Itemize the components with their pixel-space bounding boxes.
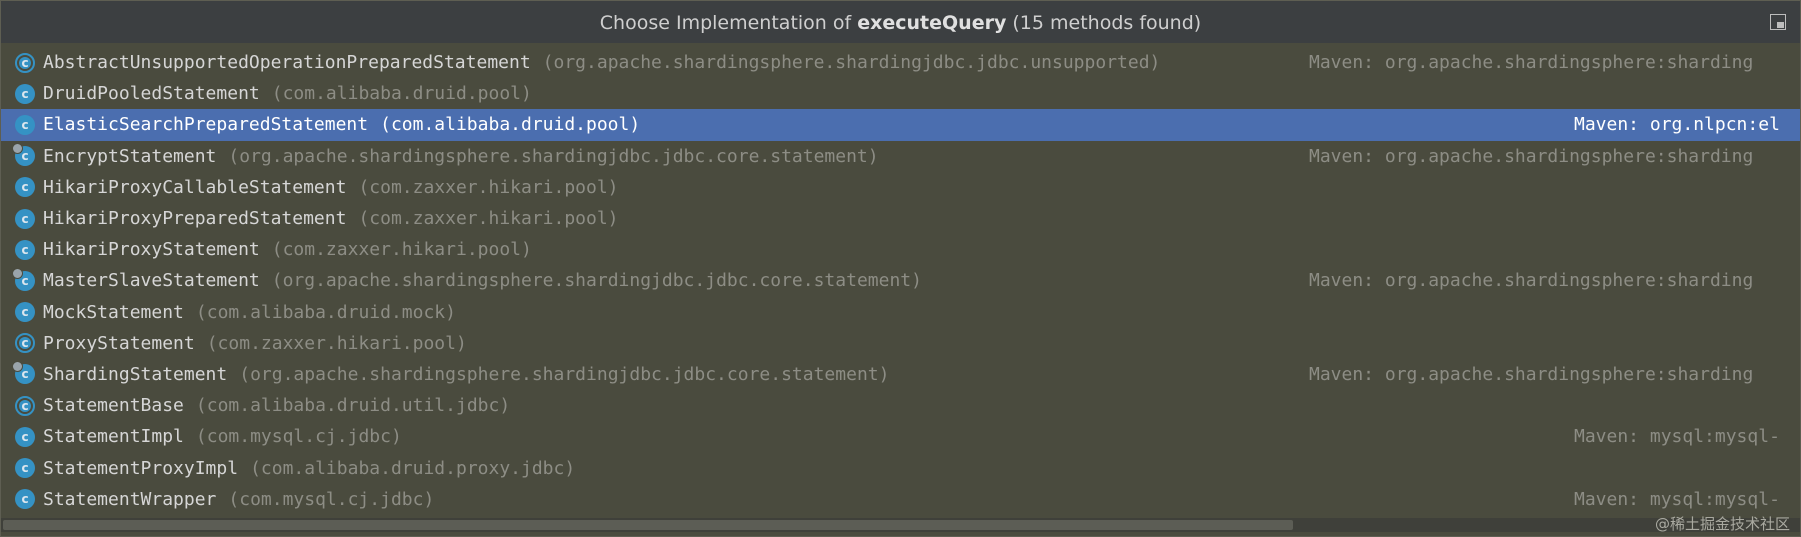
implementation-row[interactable]: c DruidPooledStatement (com.alibaba.druid.…: [1, 78, 1800, 109]
class-icon: c: [15, 426, 35, 447]
class-name: StatementProxyImpl: [43, 457, 239, 479]
package-name: (com.mysql.cj.jdbc): [228, 488, 435, 510]
title-prefix: Choose Implementation of: [599, 12, 858, 34]
class-name: HikariProxyPreparedStatement: [43, 208, 347, 230]
class-icon: c: [15, 489, 35, 510]
library-location: Maven: org.apache.shardingsphere:shardin…: [1309, 363, 1754, 385]
locked-class-icon: c: [12, 267, 35, 291]
package-name: (org.apache.shardingsphere.shardingjdbc.…: [542, 52, 1161, 74]
class-name: DruidPooledStatement: [43, 83, 260, 105]
implementation-row[interactable]: c ShardingStatement (org.apache.shardingsp…: [1, 359, 1800, 390]
class-icon: c: [15, 177, 35, 198]
class-icon: c: [15, 114, 35, 135]
title-suffix: (15 methods found): [1006, 12, 1202, 34]
package-name: (com.alibaba.druid.pool): [380, 114, 641, 136]
package-name: (com.zaxxer.hikari.pool): [358, 176, 619, 198]
class-name: MockStatement: [43, 301, 184, 323]
class-name: HikariProxyCallableStatement: [43, 176, 347, 198]
implementation-row[interactable]: c StatementBase (com.alibaba.druid.util.jd…: [1, 390, 1800, 421]
implementation-row[interactable]: c HikariProxyCallableStatement (com.zaxxer…: [1, 172, 1800, 203]
class-name: StatementWrapper: [43, 488, 217, 510]
package-name: (com.zaxxer.hikari.pool): [206, 332, 467, 354]
library-location: Maven: org.apache.shardingsphere:shardin…: [1309, 270, 1754, 292]
title-method-name: executeQuery: [857, 12, 1007, 34]
class-name: ShardingStatement: [43, 363, 228, 385]
abstract-class-icon: c: [15, 52, 35, 73]
package-name: (com.alibaba.druid.proxy.jdbc): [250, 457, 576, 479]
class-name: ElasticSearchPreparedStatement: [43, 114, 369, 136]
class-icon: c: [15, 208, 35, 229]
package-name: (com.zaxxer.hikari.pool): [271, 239, 532, 261]
implementation-row[interactable]: c StatementImpl (com.mysql.cj.jdbc) Maven: …: [1, 421, 1800, 452]
class-icon: c: [15, 302, 35, 323]
package-name: (com.zaxxer.hikari.pool): [358, 208, 619, 230]
class-name: MasterSlaveStatement: [43, 270, 260, 292]
class-name: StatementBase: [43, 395, 184, 417]
locked-class-icon: c: [12, 143, 35, 167]
abstract-class-icon: c: [15, 333, 35, 354]
choose-implementation-popup: Choose Implementation of executeQuery (1…: [0, 0, 1801, 537]
package-name: (com.alibaba.druid.mock): [195, 301, 456, 323]
implementation-row[interactable]: c HikariProxyPreparedStatement (com.zaxxer…: [1, 203, 1800, 234]
library-location: Maven: mysql:mysql-: [1574, 426, 1780, 448]
class-name: AbstractUnsupportedOperationPreparedStat…: [43, 52, 531, 74]
library-location: Maven: org.apache.shardingsphere:shardin…: [1309, 145, 1754, 167]
implementation-row[interactable]: c HikariProxyStatement (com.zaxxer.hikari.…: [1, 234, 1800, 265]
horizontal-scrollbar[interactable]: [1, 518, 1800, 532]
scrollbar-thumb[interactable]: [3, 520, 1293, 530]
implementation-row[interactable]: c MasterSlaveStatement (org.apache.shardin…: [1, 265, 1800, 296]
open-in-find-window-button[interactable]: [1770, 14, 1786, 30]
implementation-row[interactable]: c ElasticSearchPreparedStatement (com.alib…: [1, 109, 1800, 141]
implementation-row[interactable]: c MockStatement (com.alibaba.druid.mock): [1, 297, 1800, 328]
implementation-row[interactable]: c ProxyStatement (com.zaxxer.hikari.pool): [1, 328, 1800, 359]
implementation-list: c AbstractUnsupportedOperationPreparedSta…: [1, 47, 1800, 515]
abstract-class-icon: c: [15, 395, 35, 416]
package-name: (org.apache.shardingsphere.shardingjdbc.…: [228, 145, 879, 167]
class-name: StatementImpl: [43, 426, 184, 448]
package-name: (com.alibaba.druid.util.jdbc): [195, 395, 511, 417]
package-name: (com.mysql.cj.jdbc): [195, 426, 402, 448]
library-location: Maven: org.nlpcn:el: [1574, 114, 1780, 136]
implementation-row[interactable]: c AbstractUnsupportedOperationPreparedSta…: [1, 47, 1800, 78]
class-name: EncryptStatement: [43, 145, 217, 167]
watermark: @稀土掘金技术社区: [1654, 515, 1790, 533]
locked-class-icon: c: [12, 361, 35, 385]
implementation-row[interactable]: c EncryptStatement (org.apache.shardingsph…: [1, 141, 1800, 172]
library-location: Maven: org.apache.shardingsphere:shardin…: [1309, 52, 1754, 73]
package-name: (com.alibaba.druid.pool): [271, 83, 532, 105]
popup-title-bar: Choose Implementation of executeQuery (1…: [1, 1, 1800, 43]
package-name: (org.apache.shardingsphere.shardingjdbc.…: [271, 270, 922, 292]
class-icon: c: [15, 83, 35, 104]
library-location: Maven: mysql:mysql-: [1574, 488, 1780, 510]
implementation-row[interactable]: c StatementWrapper (com.mysql.cj.jdbc) Mave…: [1, 484, 1800, 515]
package-name: (org.apache.shardingsphere.shardingjdbc.…: [239, 363, 890, 385]
implementation-row[interactable]: c StatementProxyImpl (com.alibaba.druid.pr…: [1, 452, 1800, 483]
class-icon: c: [15, 239, 35, 260]
class-name: ProxyStatement: [43, 332, 195, 354]
class-name: HikariProxyStatement: [43, 239, 260, 261]
class-icon: c: [15, 458, 35, 479]
